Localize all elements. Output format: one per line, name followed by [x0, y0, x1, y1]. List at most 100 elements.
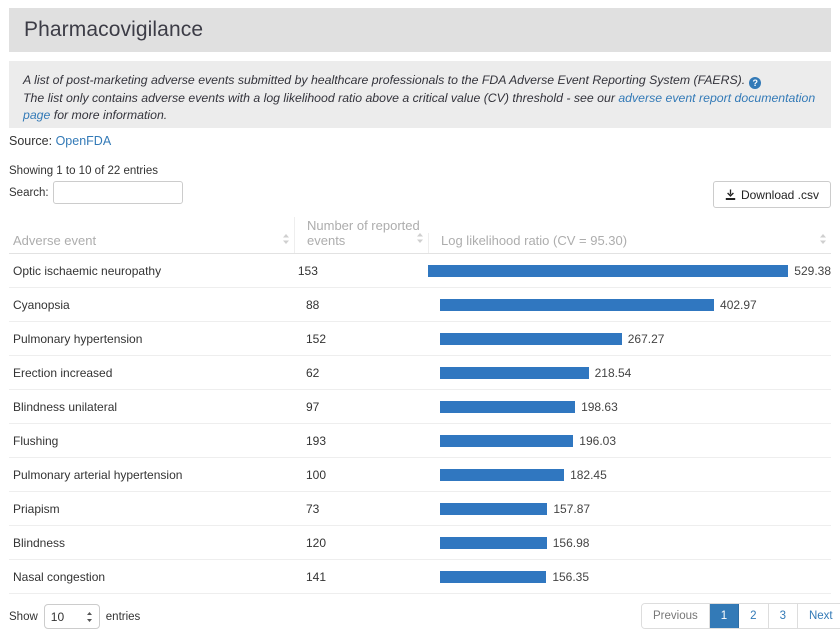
- table-row: Blindness 120 156.98: [9, 526, 831, 560]
- llr-value-label: 156.35: [552, 569, 590, 584]
- llr-value-label: 156.98: [552, 535, 590, 550]
- cell-reported-events: 97: [306, 399, 320, 414]
- cell-adverse-event: Pulmonary arterial hypertension: [13, 467, 183, 482]
- cell-adverse-event: Blindness unilateral: [13, 399, 118, 414]
- llr-value-label: 157.87: [553, 501, 591, 516]
- title-banner: Pharmacovigilance: [9, 8, 831, 52]
- cell-reported-events: 73: [306, 501, 320, 516]
- search-input[interactable]: [52, 181, 183, 204]
- column-header-reported-events[interactable]: Number of reported events: [294, 217, 428, 253]
- pagination-button-next[interactable]: Next: [797, 604, 840, 628]
- description-text-3: for more information.: [50, 108, 168, 122]
- pagination-button-3[interactable]: 3: [768, 604, 798, 628]
- column-label-log-likelihood-ratio: Log likelihood ratio (CV = 95.30): [441, 233, 628, 248]
- llr-bar: [440, 502, 548, 515]
- description-text-2: The list only contains adverse events wi…: [23, 90, 619, 105]
- cell-adverse-event: Priapism: [13, 501, 60, 516]
- llr-bar: [440, 536, 547, 549]
- source-line: Source: OpenFDA: [9, 134, 111, 148]
- llr-value-label: 218.54: [594, 365, 632, 380]
- cell-adverse-event: Erection increased: [13, 365, 113, 380]
- cell-adverse-event: Optic ischaemic neuropathy: [13, 263, 162, 278]
- source-label: Source:: [9, 134, 53, 148]
- cell-log-likelihood-ratio: 218.54: [428, 366, 831, 380]
- column-label-reported-events: Number of reported events: [307, 218, 420, 248]
- llr-bar: [440, 434, 574, 447]
- column-header-log-likelihood-ratio[interactable]: Log likelihood ratio (CV = 95.30): [428, 233, 831, 253]
- sort-updown-icon: [282, 233, 290, 245]
- entries-label: entries: [105, 610, 141, 623]
- llr-value-label: 267.27: [627, 331, 665, 346]
- llr-bar: [440, 400, 576, 413]
- table-row: Pulmonary arterial hypertension 100 182.45: [9, 458, 831, 492]
- table-row: Pulmonary hypertension 152 267.27: [9, 322, 831, 356]
- cell-log-likelihood-ratio: 529.38: [416, 264, 831, 278]
- description-line-2: The list only contains adverse events wi…: [23, 90, 817, 125]
- cell-reported-events: 120: [306, 535, 327, 550]
- sort-updown-icon: [819, 233, 827, 245]
- llr-bar: [440, 570, 547, 583]
- cell-reported-events: 100: [306, 467, 327, 482]
- table-row: Optic ischaemic neuropathy 153 529.38: [9, 254, 831, 288]
- cell-adverse-event: Nasal congestion: [13, 569, 106, 584]
- cell-adverse-event: Flushing: [13, 433, 59, 448]
- column-header-adverse-event[interactable]: Adverse event: [9, 233, 294, 253]
- cell-log-likelihood-ratio: 196.03: [428, 434, 831, 448]
- question-mark-icon[interactable]: ?: [749, 77, 762, 89]
- cell-reported-events: 152: [306, 331, 327, 346]
- llr-value-label: 182.45: [570, 467, 607, 482]
- show-label: Show: [9, 610, 38, 623]
- stepper-arrows-icon: [86, 611, 93, 623]
- llr-bar: [428, 264, 789, 277]
- table-header-row: Adverse event Number of reported events …: [9, 217, 831, 254]
- llr-bar: [440, 366, 589, 379]
- cell-adverse-event: Cyanopsia: [13, 297, 70, 312]
- column-label-adverse-event: Adverse event: [13, 233, 97, 248]
- llr-bar: [440, 468, 565, 481]
- pagination: Previous 1 2 3 Next: [641, 603, 840, 629]
- cell-log-likelihood-ratio: 198.63: [428, 400, 831, 414]
- description-text-1: A list of post-marketing adverse events …: [23, 73, 746, 87]
- page-length-value: 10: [50, 609, 65, 624]
- cell-log-likelihood-ratio: 156.35: [428, 570, 831, 584]
- page-title: Pharmacovigilance: [24, 18, 204, 41]
- pagination-button-2[interactable]: 2: [739, 604, 769, 628]
- download-csv-label: Download .csv: [740, 187, 820, 202]
- table-row: Erection increased 62 218.54: [9, 356, 831, 390]
- description-panel: A list of post-marketing adverse events …: [9, 61, 831, 128]
- llr-value-label: 198.63: [581, 399, 618, 414]
- table-row: Priapism 73 157.87: [9, 492, 831, 526]
- download-csv-button[interactable]: Download .csv: [713, 181, 831, 208]
- cell-log-likelihood-ratio: 267.27: [428, 332, 831, 346]
- search-control: Search:: [9, 181, 183, 204]
- table-row: Cyanopsia 88 402.97: [9, 288, 831, 322]
- table-row: Blindness unilateral 97 198.63: [9, 390, 831, 424]
- page-length-control: Show 10 entries: [9, 604, 140, 629]
- llr-bar: [440, 298, 715, 311]
- cell-reported-events: 193: [306, 433, 327, 448]
- cell-log-likelihood-ratio: 182.45: [428, 468, 831, 482]
- llr-value-label: 402.97: [720, 297, 757, 312]
- cell-reported-events: 141: [306, 569, 327, 584]
- adverse-events-table: Adverse event Number of reported events …: [9, 217, 831, 594]
- cell-adverse-event: Blindness: [13, 535, 66, 550]
- llr-value-label: 529.38: [794, 263, 831, 278]
- table-body: Optic ischaemic neuropathy 153 529.38 Cyano…: [9, 254, 831, 594]
- pagination-button-previous[interactable]: Previous: [642, 604, 710, 628]
- sort-updown-icon: [416, 232, 424, 244]
- table-row: Flushing 193 196.03: [9, 424, 831, 458]
- pagination-button-1[interactable]: 1: [709, 604, 740, 628]
- cell-reported-events: 62: [306, 365, 320, 380]
- search-label: Search:: [9, 186, 49, 199]
- openfda-link[interactable]: OpenFDA: [56, 134, 112, 148]
- cell-log-likelihood-ratio: 156.98: [428, 536, 831, 550]
- cell-log-likelihood-ratio: 402.97: [428, 298, 831, 312]
- showing-entries-info: Showing 1 to 10 of 22 entries: [9, 165, 158, 177]
- cell-reported-events: 88: [306, 297, 320, 312]
- pharmacovigilance-page: Pharmacovigilance A list of post-marketi…: [0, 0, 840, 638]
- table-row: Nasal congestion 141 156.35: [9, 560, 831, 594]
- description-line-1: A list of post-marketing adverse events …: [23, 72, 817, 90]
- llr-value-label: 196.03: [579, 433, 616, 448]
- cell-log-likelihood-ratio: 157.87: [428, 502, 831, 516]
- page-length-select[interactable]: 10: [43, 604, 100, 629]
